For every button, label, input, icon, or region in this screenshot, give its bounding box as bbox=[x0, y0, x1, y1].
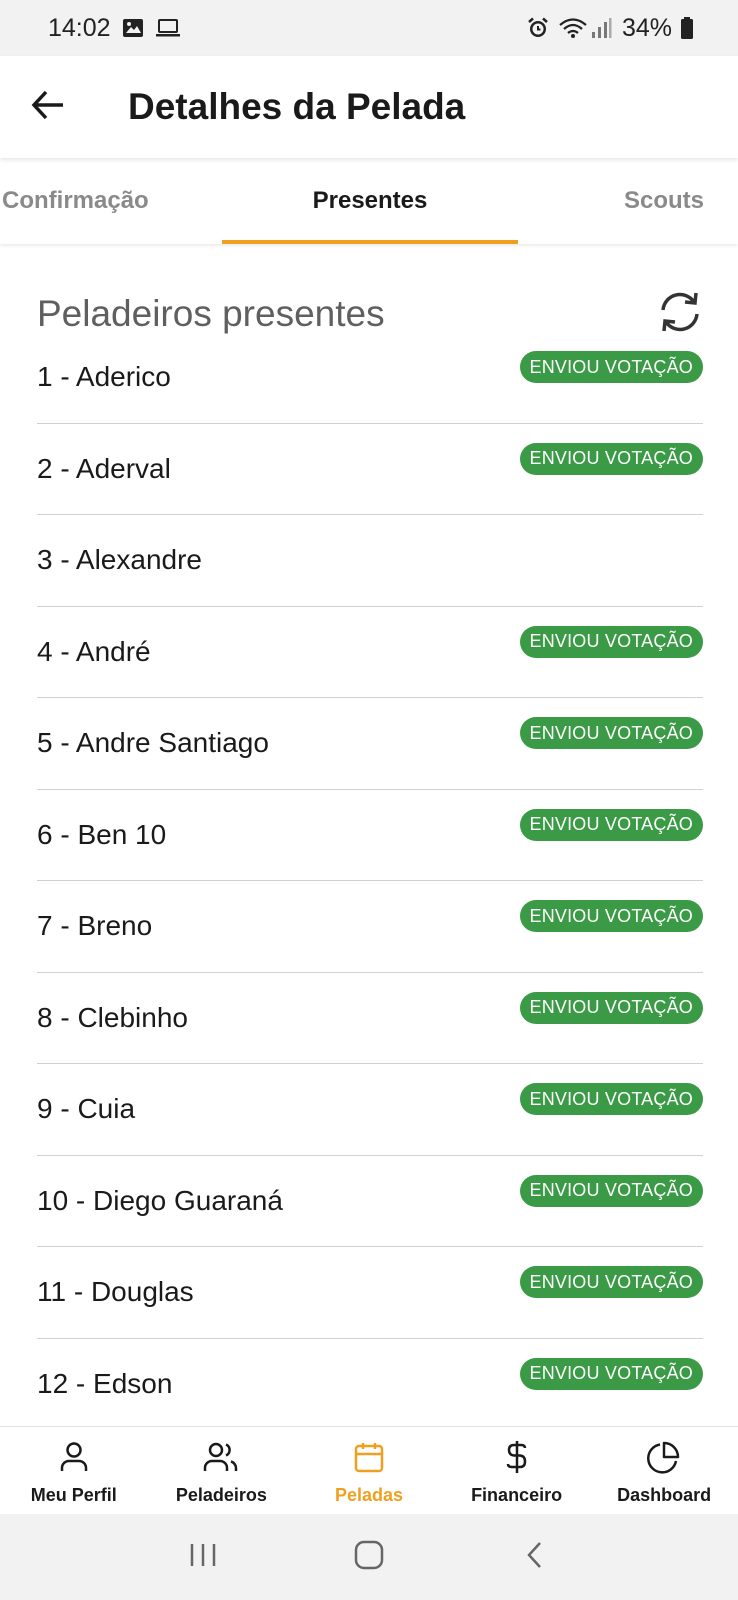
status-badge: ENVIOU VOTAÇÃO bbox=[519, 1174, 703, 1207]
list-item[interactable]: 7 - Breno ENVIOU VOTAÇÃO bbox=[37, 881, 703, 973]
status-badge: ENVIOU VOTAÇÃO bbox=[519, 351, 703, 384]
system-back-button[interactable] bbox=[505, 1527, 565, 1587]
status-right: 34% bbox=[526, 14, 694, 43]
nav-dashboard[interactable]: Dashboard bbox=[590, 1427, 738, 1514]
list-item[interactable]: 2 - Aderval ENVIOU VOTAÇÃO bbox=[37, 424, 703, 515]
pie-chart-icon bbox=[646, 1439, 682, 1475]
tab-presentes[interactable]: Presentes bbox=[222, 158, 518, 244]
status-badge: ENVIOU VOTAÇÃO bbox=[519, 808, 703, 841]
app-bar: Detalhes da Pelada bbox=[0, 56, 738, 158]
status-badge: ENVIOU VOTAÇÃO bbox=[519, 900, 703, 933]
calendar-icon bbox=[351, 1439, 387, 1475]
nav-label: Financeiro bbox=[471, 1485, 563, 1505]
list-item[interactable]: 10 - Diego Guaraná ENVIOU VOTAÇÃO bbox=[37, 1156, 703, 1247]
system-nav-bar bbox=[0, 1514, 738, 1600]
player-name: 8 - Clebinho bbox=[37, 1001, 188, 1033]
nav-peladas[interactable]: Peladas bbox=[295, 1427, 443, 1514]
list-item[interactable]: 5 - Andre Santiago ENVIOU VOTAÇÃO bbox=[37, 698, 703, 790]
recent-apps-icon bbox=[188, 1542, 218, 1573]
user-icon bbox=[56, 1439, 92, 1475]
player-name: 5 - Andre Santiago bbox=[37, 727, 269, 759]
list-item[interactable]: 3 - Alexandre bbox=[37, 515, 703, 607]
nav-label: Peladeiros bbox=[175, 1485, 267, 1505]
player-name: 9 - Cuia bbox=[37, 1093, 136, 1125]
player-name: 2 - Aderval bbox=[37, 452, 171, 484]
status-bar: 14:02 34% bbox=[0, 0, 738, 56]
player-name: 12 - Edson bbox=[37, 1367, 173, 1399]
battery-percent: 34% bbox=[621, 13, 672, 42]
wifi-icon bbox=[558, 16, 587, 40]
nav-label: Meu Perfil bbox=[30, 1485, 117, 1505]
image-icon bbox=[121, 16, 145, 40]
status-badge: ENVIOU VOTAÇÃO bbox=[519, 717, 703, 750]
alarm-icon bbox=[526, 16, 550, 40]
list-item[interactable]: 11 - Douglas ENVIOU VOTAÇÃO bbox=[37, 1247, 703, 1339]
player-name: 6 - Ben 10 bbox=[37, 818, 167, 850]
status-badge: ENVIOU VOTAÇÃO bbox=[519, 991, 703, 1024]
player-name: 7 - Breno bbox=[37, 910, 153, 942]
status-badge: ENVIOU VOTAÇÃO bbox=[519, 442, 703, 475]
nav-financeiro[interactable]: Financeiro bbox=[443, 1427, 591, 1514]
tab-bar: Confirmação Presentes Scouts bbox=[0, 158, 738, 244]
list-item[interactable]: 12 - Edson ENVIOU VOTAÇÃO bbox=[37, 1339, 703, 1427]
status-badge: ENVIOU VOTAÇÃO bbox=[519, 1357, 703, 1390]
player-name: 11 - Douglas bbox=[37, 1276, 194, 1308]
page-title: Detalhes da Pelada bbox=[128, 86, 466, 127]
tab-confirmacao[interactable]: Confirmação bbox=[0, 158, 222, 244]
list-item[interactable]: 9 - Cuia ENVIOU VOTAÇÃO bbox=[37, 1064, 703, 1156]
home-icon bbox=[353, 1539, 385, 1576]
nav-label: Peladas bbox=[334, 1485, 403, 1505]
player-name: 4 - André bbox=[37, 635, 151, 667]
recent-apps-button[interactable] bbox=[173, 1527, 233, 1587]
battery-icon bbox=[680, 16, 694, 40]
status-time: 14:02 bbox=[48, 13, 111, 42]
status-left: 14:02 bbox=[48, 13, 180, 43]
list-item[interactable]: 6 - Ben 10 ENVIOU VOTAÇÃO bbox=[37, 790, 703, 881]
users-icon bbox=[203, 1439, 239, 1475]
player-name: 10 - Diego Guaraná bbox=[37, 1184, 283, 1216]
list-item[interactable]: 8 - Clebinho ENVIOU VOTAÇÃO bbox=[37, 973, 703, 1064]
laptop-icon bbox=[155, 16, 180, 40]
nav-label: Dashboard bbox=[617, 1485, 712, 1505]
dollar-icon bbox=[499, 1439, 535, 1475]
bottom-nav: Meu Perfil Peladeiros Peladas Financeiro… bbox=[0, 1426, 738, 1514]
nav-peladeiros[interactable]: Peladeiros bbox=[148, 1427, 296, 1514]
arrow-left-icon bbox=[31, 90, 65, 125]
list-item[interactable]: 4 - André ENVIOU VOTAÇÃO bbox=[37, 607, 703, 698]
players-list: 1 - Aderico ENVIOU VOTAÇÃO 2 - Aderval E… bbox=[37, 332, 703, 1426]
status-badge: ENVIOU VOTAÇÃO bbox=[519, 1266, 703, 1299]
main-content: Peladeiros presentes 1 - Aderico ENVIOU … bbox=[0, 244, 738, 1426]
back-button[interactable] bbox=[18, 77, 78, 137]
signal-icon bbox=[590, 16, 614, 40]
player-name: 3 - Alexandre bbox=[37, 544, 202, 576]
nav-meu-perfil[interactable]: Meu Perfil bbox=[0, 1427, 148, 1514]
tab-scouts[interactable]: Scouts bbox=[518, 158, 738, 244]
player-name: 1 - Aderico bbox=[37, 361, 171, 393]
section-title: Peladeiros presentes bbox=[37, 293, 385, 334]
list-item[interactable]: 1 - Aderico ENVIOU VOTAÇÃO bbox=[37, 332, 703, 424]
home-button[interactable] bbox=[339, 1527, 399, 1587]
back-icon bbox=[525, 1540, 545, 1575]
status-badge: ENVIOU VOTAÇÃO bbox=[519, 1083, 703, 1116]
status-badge: ENVIOU VOTAÇÃO bbox=[519, 625, 703, 658]
